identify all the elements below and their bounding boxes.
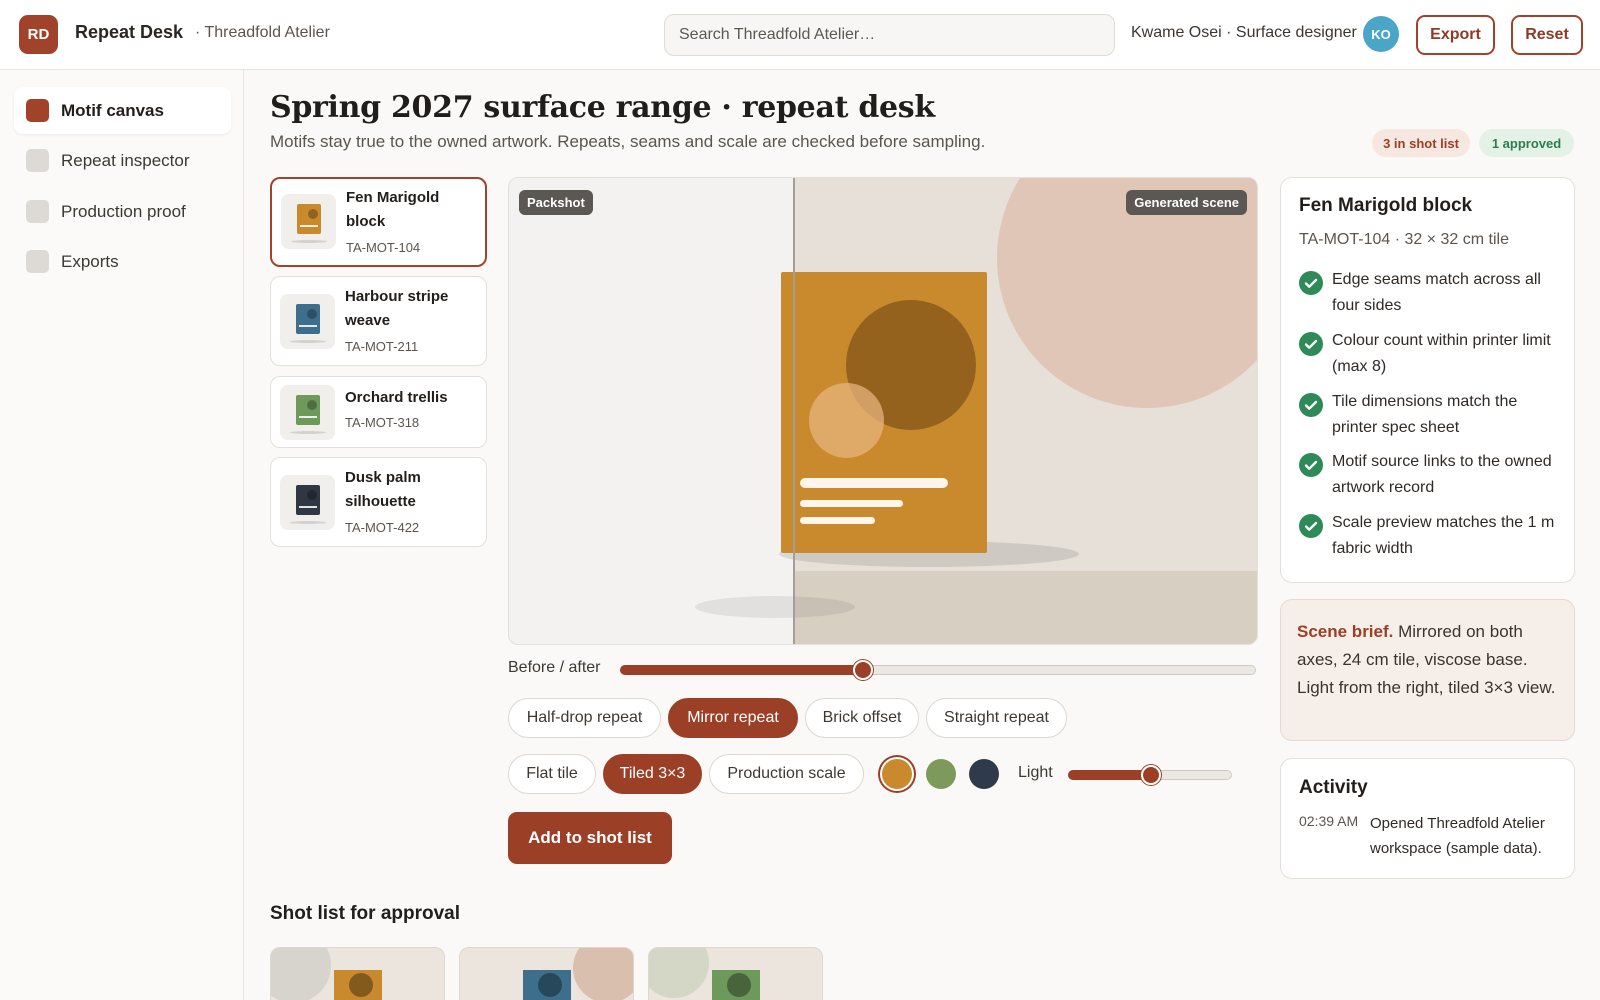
activity-text: Opened Threadfold Atelier workspace (sam…	[1370, 815, 1545, 857]
check-item: Tile dimensions match the printer spec s…	[1332, 393, 1518, 436]
sidebar-item-label: Repeat inspector	[61, 150, 190, 170]
check-item: Scale preview matches the 1 m fabric wid…	[1332, 514, 1555, 557]
approved-badge: 1 approved	[1479, 129, 1574, 157]
top-bar: RD Repeat Desk · Threadfold Atelier Kwam…	[0, 0, 1600, 70]
motif-preview	[781, 272, 987, 553]
before-after-divider[interactable]	[793, 178, 795, 644]
motif-code: TA-MOT-422	[345, 520, 420, 535]
check-item: Edge seams match across all four sides	[1332, 271, 1541, 314]
motif-thumbnail	[280, 475, 335, 530]
light-fill	[1068, 770, 1150, 780]
generated-scene-tag: Generated scene	[1126, 190, 1247, 215]
motif-code: TA-MOT-211	[345, 339, 419, 354]
motif-name: Orchard trellis	[345, 389, 448, 406]
activity-panel: Activity 02:39 AM Opened Threadfold Atel…	[1280, 758, 1575, 879]
export-button[interactable]: Export	[1416, 15, 1495, 55]
chip-flat-tile[interactable]: Flat tile	[508, 754, 596, 794]
detail-title: Fen Marigold block	[1299, 195, 1473, 216]
motif-thumbnail	[280, 294, 335, 349]
chip-straight-repeat[interactable]: Straight repeat	[926, 698, 1067, 738]
motif-card[interactable]: Harbour stripe weave TA-MOT-211	[270, 276, 487, 366]
motif-name: Fen Marigold block	[346, 189, 440, 230]
motif-color	[296, 304, 320, 334]
sidebar-item-motif-canvas[interactable]: Motif canvas	[14, 87, 231, 134]
check-item: Motif source links to the owned artwork …	[1332, 453, 1552, 496]
motif-card[interactable]: Dusk palm silhouette TA-MOT-422	[270, 457, 487, 547]
check-icon	[1299, 332, 1323, 356]
motif-color	[296, 395, 320, 425]
motif-name: Harbour stripe weave	[345, 288, 449, 329]
scene-brief: Scene brief. Mirrored on both axes, 24 c…	[1280, 599, 1575, 741]
user-name: Kwame Osei · Surface designer	[1131, 24, 1357, 41]
app-logo: RD	[19, 15, 58, 54]
before-after-handle[interactable]	[853, 660, 873, 680]
shot-list-badge: 3 in shot list	[1372, 129, 1470, 157]
motif-thumbnail	[280, 385, 335, 440]
reset-button[interactable]: Reset	[1511, 15, 1583, 55]
sidebar-item-repeat-inspector[interactable]: Repeat inspector	[14, 137, 231, 184]
sidebar: Motif canvas Repeat inspector Production…	[0, 70, 244, 1000]
motif-code: TA-MOT-318	[345, 415, 420, 430]
sidebar-item-label: Production proof	[61, 201, 186, 221]
chip-production-scale[interactable]: Production scale	[709, 754, 864, 794]
motif-color	[297, 204, 321, 234]
avatar[interactable]: KO	[1363, 16, 1399, 52]
nav-swatch-icon	[26, 99, 49, 122]
colorway-swatch-green[interactable]	[926, 759, 956, 789]
activity-title: Activity	[1299, 777, 1368, 798]
before-after-label: Before / after	[508, 659, 601, 676]
nav-swatch-icon	[26, 200, 49, 223]
add-to-shot-list-button[interactable]: Add to shot list	[508, 812, 672, 864]
packshot-tag: Packshot	[519, 190, 593, 215]
app-name: Repeat Desk	[75, 22, 184, 42]
chip-tiled-3x3[interactable]: Tiled 3×3	[603, 754, 702, 794]
light-handle[interactable]	[1141, 765, 1161, 785]
motif-canvas[interactable]: Packshot Generated scene	[508, 177, 1258, 645]
sidebar-item-production-proof[interactable]: Production proof	[14, 188, 231, 235]
nav-swatch-icon	[26, 250, 49, 273]
chip-brick-offset[interactable]: Brick offset	[805, 698, 919, 738]
search-input[interactable]	[664, 14, 1115, 56]
chip-half-drop-repeat[interactable]: Half-drop repeat	[508, 698, 661, 738]
motif-card[interactable]: Orchard trellis TA-MOT-318	[270, 376, 487, 448]
motif-detail-panel: Fen Marigold block TA-MOT-104 · 32 × 32 …	[1280, 177, 1575, 583]
motif-thumbnail	[281, 194, 336, 249]
activity-time: 02:39 AM	[1299, 813, 1359, 829]
sidebar-item-label: Exports	[61, 251, 119, 271]
check-icon	[1299, 453, 1323, 477]
check-icon	[1299, 271, 1323, 295]
detail-meta: TA-MOT-104 · 32 × 32 cm tile	[1299, 231, 1509, 248]
colorway-swatch-navy[interactable]	[969, 759, 999, 789]
page-title: Spring 2027 surface range · repeat desk	[270, 90, 935, 125]
packshot-shadow	[695, 596, 855, 618]
nav-swatch-icon	[26, 149, 49, 172]
scene-floor	[794, 571, 1257, 644]
scene-brief-label: Scene brief.	[1297, 622, 1394, 641]
shot-list-title: Shot list for approval	[270, 903, 461, 924]
sidebar-item-exports[interactable]: Exports	[14, 238, 231, 285]
sidebar-item-label: Motif canvas	[61, 100, 164, 120]
light-slider[interactable]	[1068, 765, 1232, 785]
chip-mirror-repeat[interactable]: Mirror repeat	[668, 698, 798, 738]
check-item: Colour count within printer limit (max 8…	[1332, 332, 1551, 375]
motif-name: Dusk palm silhouette	[345, 469, 421, 510]
before-after-fill	[620, 665, 862, 675]
shot-thumbnail[interactable]	[648, 947, 823, 1000]
motif-color	[296, 485, 320, 515]
motif-code: TA-MOT-104	[346, 240, 421, 255]
shot-thumbnail[interactable]	[459, 947, 634, 1000]
before-after-slider[interactable]	[620, 660, 1256, 680]
check-icon	[1299, 393, 1323, 417]
colorway-swatch-marigold[interactable]	[882, 759, 912, 789]
motif-card[interactable]: Fen Marigold block TA-MOT-104	[270, 177, 487, 267]
light-label: Light	[1018, 764, 1053, 781]
check-icon	[1299, 514, 1323, 538]
workspace-name: · Threadfold Atelier	[195, 24, 330, 41]
page-subtitle: Motifs stay true to the owned artwork. R…	[270, 132, 986, 151]
shot-thumbnail[interactable]	[270, 947, 445, 1000]
